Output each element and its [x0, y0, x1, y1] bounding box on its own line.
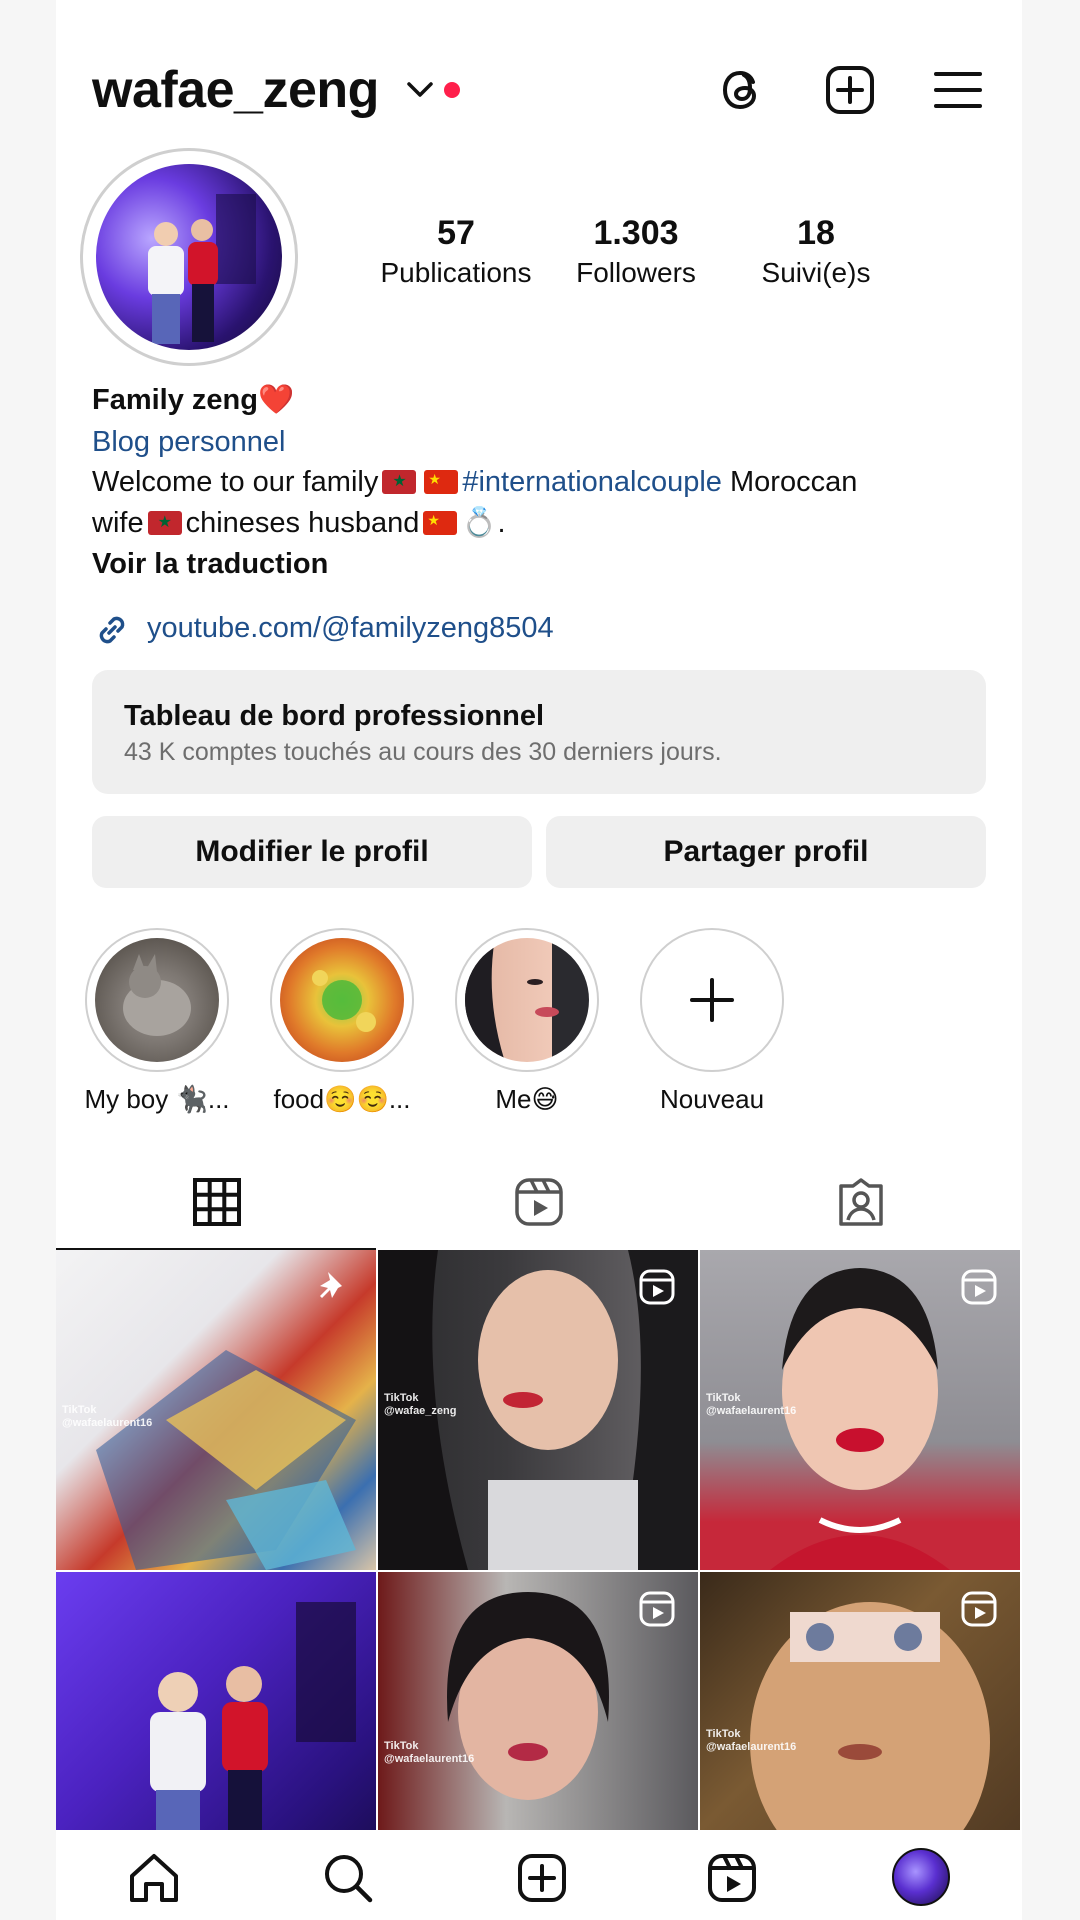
reels-icon[interactable]	[704, 1850, 760, 1906]
highlight-cover	[95, 938, 219, 1062]
dashboard-title: Tableau de bord professionnel	[124, 700, 545, 732]
highlight-label: food☺️☺️...	[273, 1084, 411, 1114]
menu-icon[interactable]	[930, 62, 986, 118]
plus-icon	[690, 978, 734, 1022]
tiktok-watermark: TikTok @wafaelaurent16	[62, 1404, 153, 1429]
highlight-cover	[280, 938, 404, 1062]
chevron-down-icon[interactable]	[406, 80, 434, 100]
home-icon[interactable]	[126, 1850, 182, 1906]
create-icon[interactable]	[822, 62, 878, 118]
professional-dashboard[interactable]: Tableau de bord professionnel 43 K compt…	[92, 670, 986, 794]
heart-emoji: ❤️	[258, 384, 295, 416]
top-header: wafae_zeng	[56, 0, 1022, 150]
link-icon	[99, 616, 125, 644]
tiktok-watermark: TikTok @wafaelaurent16	[706, 1728, 797, 1753]
reels-icon	[515, 1178, 563, 1226]
tiktok-watermark: TikTok @wafae_zeng	[384, 1392, 457, 1417]
stat-followers[interactable]: 1.303 Followers	[546, 214, 726, 289]
reel-icon	[961, 1591, 997, 1627]
reel-icon	[639, 1591, 675, 1627]
new-highlight-button[interactable]: Nouveau	[637, 928, 787, 1115]
tab-reels[interactable]	[378, 1166, 700, 1250]
profile-avatar[interactable]	[96, 164, 282, 350]
stat-following[interactable]: 18 Suivi(e)s	[726, 214, 906, 289]
highlight-item[interactable]: food☺️☺️...	[267, 928, 417, 1115]
bio-text: Moroccan	[721, 466, 858, 498]
username-switcher[interactable]: wafae_zeng	[92, 60, 379, 120]
profile-link-text[interactable]: youtube.com/@familyzeng8504	[147, 612, 554, 645]
post-tile[interactable]: TikTok @wafaelaurent16	[56, 1250, 376, 1570]
highlight-cover	[465, 938, 589, 1062]
profile-avatar-ring[interactable]	[80, 148, 298, 366]
profile-name-text: Family zeng	[92, 384, 258, 416]
bio-text: wife	[92, 507, 144, 539]
pin-icon	[320, 1272, 342, 1298]
profile-avatar[interactable]	[892, 1848, 950, 1906]
morocco-flag-icon	[147, 511, 182, 535]
highlight-label: My boy 🐈‍⬛...	[84, 1084, 230, 1114]
stat-value: 57	[437, 214, 475, 252]
share-profile-button[interactable]: Partager profil	[546, 816, 986, 888]
bottom-navigation	[56, 1830, 1022, 1920]
edit-profile-button[interactable]: Modifier le profil	[92, 816, 532, 888]
highlight-item[interactable]: My boy 🐈‍⬛...	[82, 928, 232, 1115]
post-tile[interactable]: TikTok @wafae_zeng	[378, 1250, 698, 1570]
notification-dot	[444, 82, 460, 98]
profile-screen: wafae_zeng 57 Publications 1.303 Followe…	[56, 0, 1022, 1920]
bio-text: chineses husband	[185, 507, 420, 539]
bio-text: Welcome to our family	[92, 466, 379, 498]
tiktok-watermark: TikTok @wafaelaurent16	[706, 1392, 797, 1417]
profile-name: Family zeng❤️	[92, 380, 992, 421]
tagged-icon	[839, 1178, 883, 1226]
highlight-ring	[85, 928, 229, 1072]
post-tile[interactable]: TikTok @wafaelaurent16	[700, 1250, 1020, 1570]
morocco-flag-icon	[382, 470, 417, 494]
dashboard-subtitle: 43 K comptes touchés au cours des 30 der…	[124, 738, 722, 766]
highlight-item[interactable]: Me😅	[452, 928, 602, 1115]
tiktok-watermark: TikTok @wafaelaurent16	[384, 1740, 475, 1765]
stat-value: 18	[797, 214, 835, 252]
stat-value: 1.303	[593, 214, 679, 252]
reel-icon	[639, 1269, 675, 1305]
profile-bio: Welcome to our family #internationalcoupl…	[92, 462, 992, 544]
highlight-ring	[640, 928, 784, 1072]
content-tabs	[56, 1166, 1022, 1251]
search-icon[interactable]	[320, 1850, 376, 1906]
stat-publications[interactable]: 57 Publications	[366, 214, 546, 289]
highlight-ring	[455, 928, 599, 1072]
china-flag-icon	[424, 470, 459, 494]
bio-hashtag-link[interactable]: #internationalcouple	[462, 466, 722, 498]
grid-icon	[193, 1178, 241, 1226]
reel-icon	[961, 1269, 997, 1305]
china-flag-icon	[423, 511, 458, 535]
tab-posts[interactable]	[56, 1166, 378, 1250]
ring-emoji: 💍	[461, 507, 498, 539]
stat-label: Followers	[576, 257, 696, 288]
profile-category: Blog personnel	[92, 426, 286, 458]
highlight-label: Me😅	[495, 1084, 559, 1114]
bio-text: .	[497, 507, 506, 539]
create-icon[interactable]	[514, 1850, 570, 1906]
tab-tagged[interactable]	[700, 1166, 1022, 1250]
posts-grid: TikTok @wafaelaurent16 TikTok @wafae_zeng	[56, 1250, 1022, 1892]
stat-label: Publications	[380, 257, 532, 288]
highlight-label: Nouveau	[659, 1084, 765, 1114]
see-translation-link[interactable]: Voir la traduction	[92, 544, 992, 585]
highlight-ring	[270, 928, 414, 1072]
stat-label: Suivi(e)s	[761, 257, 871, 288]
threads-icon[interactable]	[714, 62, 770, 118]
